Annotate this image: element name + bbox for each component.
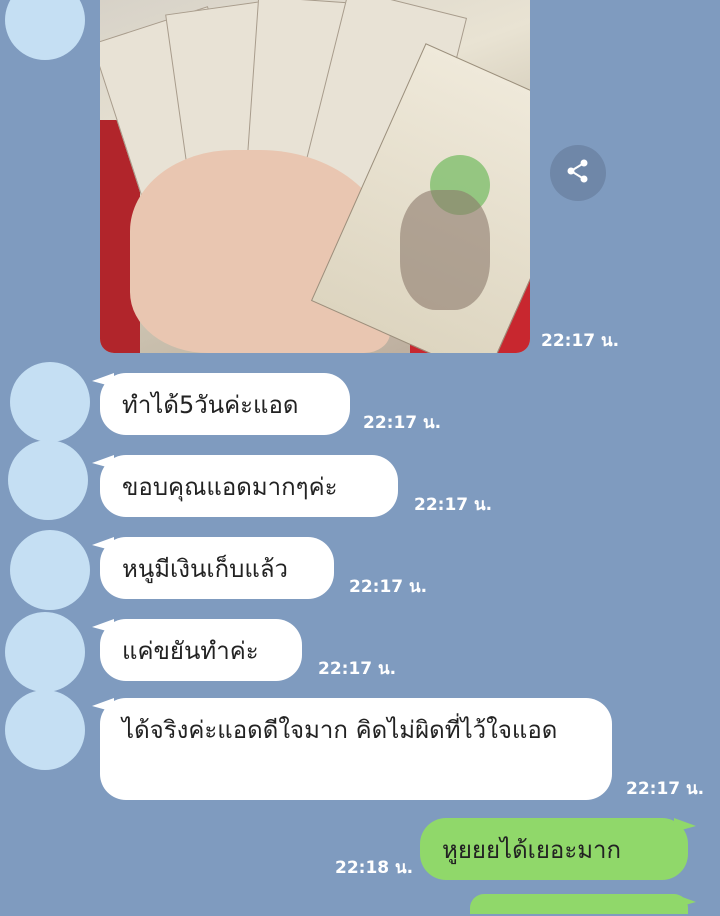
message-time: 22:17 น. bbox=[318, 659, 397, 679]
photo-message[interactable] bbox=[100, 0, 530, 353]
avatar[interactable] bbox=[5, 612, 85, 692]
message-text: หูยยยได้เยอะมาก bbox=[442, 835, 622, 864]
chat-bubble[interactable]: ทำได้5วันค่ะแอด bbox=[100, 373, 350, 435]
banknote-portrait bbox=[400, 190, 490, 310]
chat-bubble[interactable]: แค่ขยันทำค่ะ bbox=[100, 619, 302, 681]
chat-bubble-outgoing[interactable] bbox=[470, 894, 688, 914]
message-text: ได้จริงค่ะแอดดีใจมาก คิดไม่ผิดที่ไว้ใจแอ… bbox=[122, 716, 558, 744]
message-time: 22:17 น. bbox=[626, 779, 705, 799]
chat-bubble-outgoing[interactable]: หูยยยได้เยอะมาก bbox=[420, 818, 688, 880]
message-text: ทำได้5วันค่ะแอด bbox=[122, 390, 299, 419]
avatar[interactable] bbox=[10, 530, 90, 610]
chat-bubble[interactable]: ขอบคุณแอดมากๆค่ะ bbox=[100, 455, 398, 517]
share-icon bbox=[565, 158, 591, 188]
message-text: แค่ขยันทำค่ะ bbox=[122, 636, 259, 665]
avatar[interactable] bbox=[10, 362, 90, 442]
message-time: 22:17 น. bbox=[363, 413, 442, 433]
message-time: 22:17 น. bbox=[349, 577, 428, 597]
message-text: ขอบคุณแอดมากๆค่ะ bbox=[122, 472, 338, 501]
message-text: หนูมีเงินเก็บแล้ว bbox=[122, 554, 288, 583]
avatar[interactable] bbox=[5, 690, 85, 770]
avatar[interactable] bbox=[8, 440, 88, 520]
chat-bubble[interactable]: หนูมีเงินเก็บแล้ว bbox=[100, 537, 334, 599]
message-time: 22:17 น. bbox=[541, 331, 620, 351]
share-button[interactable] bbox=[550, 145, 606, 201]
chat-bubble[interactable]: ได้จริงค่ะแอดดีใจมาก คิดไม่ผิดที่ไว้ใจแอ… bbox=[100, 698, 612, 800]
message-time: 22:17 น. bbox=[414, 495, 493, 515]
avatar[interactable] bbox=[5, 0, 85, 60]
message-time: 22:18 น. bbox=[335, 858, 414, 878]
